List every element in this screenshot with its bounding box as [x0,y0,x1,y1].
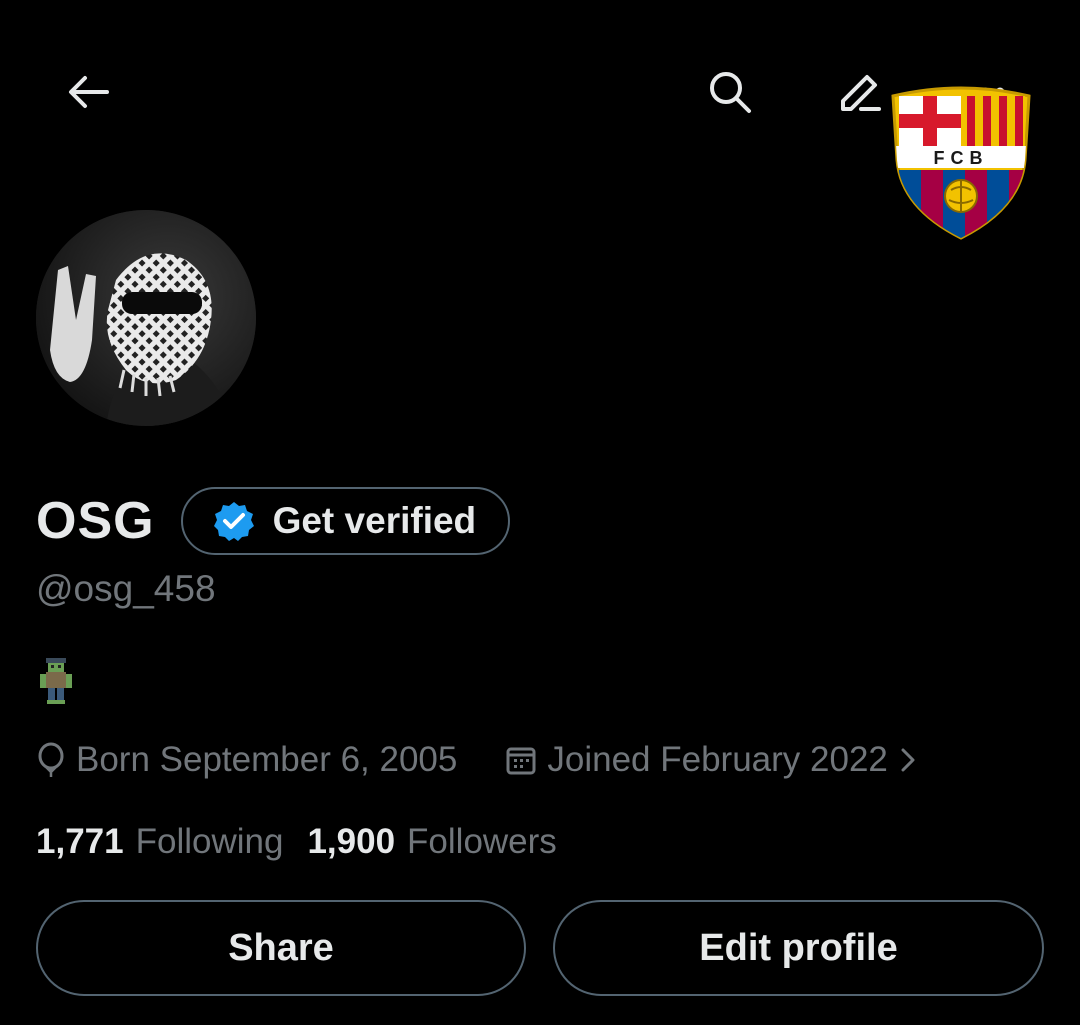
following-count: 1,771 [36,822,124,861]
fcb-crest-logo: FCB [891,86,1031,240]
joined-item[interactable]: Joined February 2022 [505,740,918,780]
birthday-text: Born September 6, 2005 [76,740,458,779]
crest-text: FCB [934,148,989,168]
share-button[interactable]: Share [36,900,526,996]
chevron-right-icon [901,748,915,772]
edit-profile-button[interactable]: Edit profile [553,900,1044,996]
calendar-icon [506,747,536,775]
followers-count: 1,900 [307,822,396,861]
arrow-left-icon [69,76,109,108]
zombie-emoji-icon [40,658,72,704]
follow-stats: 1,771 Following 1,900 Followers [36,818,557,866]
followers-link[interactable]: 1,900 Followers [307,822,556,862]
get-verified-button[interactable]: Get verified [180,487,511,555]
verified-badge-icon [213,502,254,541]
avatar-image [36,210,256,426]
followers-label: Followers [407,822,557,861]
search-icon [710,72,751,113]
profile-meta: Born September 6, 2005 Joined February 2… [36,736,918,784]
edit-button[interactable] [830,62,890,122]
joined-text: Joined February 2022 [547,740,888,779]
following-label: Following [135,822,284,861]
name-row: OSG Get verified [36,486,511,556]
back-button[interactable] [58,62,118,122]
get-verified-label: Get verified [272,500,477,541]
pencil-icon [841,75,881,111]
display-name: OSG [36,492,155,550]
username-handle: @osg_458 [36,568,216,609]
search-button[interactable] [700,62,760,122]
profile-avatar[interactable] [36,210,256,426]
following-link[interactable]: 1,771 Following [36,822,283,862]
birthday-item: Born September 6, 2005 [36,740,457,780]
balloon-icon [38,742,64,777]
